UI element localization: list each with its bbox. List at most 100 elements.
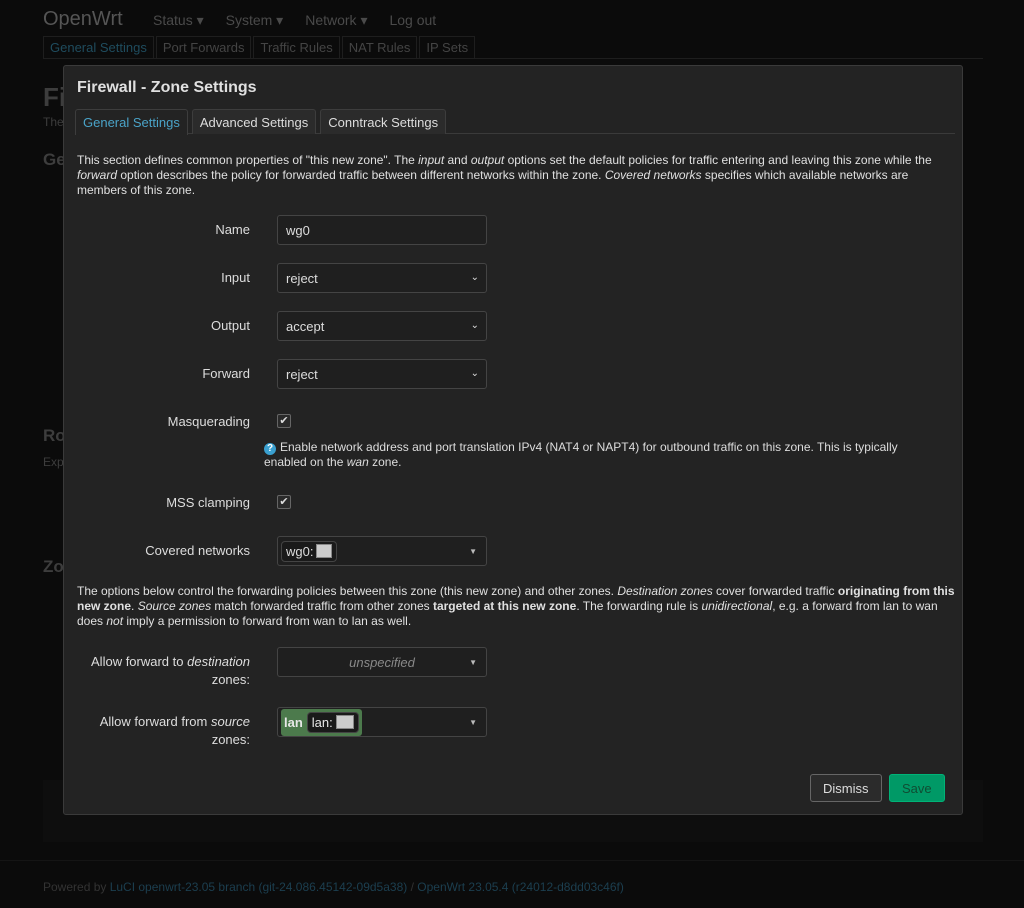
zone-settings-modal: Firewall - Zone Settings General Setting… bbox=[63, 65, 963, 815]
top-nav: Status ▾ System ▾ Network ▾ Log out bbox=[153, 12, 436, 29]
nav-system[interactable]: System ▾ bbox=[226, 12, 284, 29]
text-segment: . bbox=[131, 599, 138, 613]
text-segment: imply a permission to forward from wan t… bbox=[123, 614, 412, 628]
tab-general[interactable]: General Settings bbox=[75, 109, 188, 135]
dest-row: Allow forward to destination zones: unsp… bbox=[77, 647, 957, 687]
mss-row: MSS clamping ✔ bbox=[77, 488, 957, 518]
caret-down-icon: ▼ bbox=[469, 658, 477, 667]
page-description: The bbox=[43, 115, 64, 129]
text-segment: Covered networks bbox=[604, 168, 702, 182]
masquerading-label: Masquerading bbox=[167, 414, 250, 429]
footer: Powered by LuCI openwrt-23.05 branch (gi… bbox=[43, 880, 624, 894]
network-name: lan: bbox=[311, 714, 333, 730]
text-segment: wan bbox=[346, 455, 369, 469]
forward-policy-select[interactable]: reject ⌄ bbox=[277, 359, 487, 389]
forward-value: reject bbox=[286, 366, 318, 382]
dismiss-button[interactable]: Dismiss bbox=[810, 774, 882, 802]
name-input[interactable]: wg0 bbox=[277, 215, 487, 245]
footer-prefix: Powered by bbox=[43, 880, 110, 894]
output-value: accept bbox=[286, 318, 325, 334]
text-segment: . The forwarding rule is bbox=[576, 599, 702, 613]
dest-label: Allow forward to destination zones: bbox=[91, 654, 250, 687]
modal-title: Firewall - Zone Settings bbox=[77, 79, 257, 96]
network-interface-icon bbox=[316, 544, 333, 558]
chevron-down-icon: ⌄ bbox=[470, 368, 479, 379]
name-row: Name wg0 bbox=[77, 215, 957, 245]
text-segment: Destination zones bbox=[617, 584, 713, 598]
forwarding-description: The options below control the forwarding… bbox=[77, 584, 957, 629]
text-segment: input bbox=[418, 153, 445, 167]
chevron-down-icon: ⌄ bbox=[470, 320, 479, 331]
output-row: Output accept ⌄ bbox=[77, 311, 957, 341]
text-segment: options set the default policies for tra… bbox=[504, 153, 932, 167]
covered-networks-dropdown[interactable]: wg0: ▼ bbox=[277, 536, 487, 566]
openwrt-link[interactable]: OpenWrt 23.05.4 (r24012-d8dd03c46f) bbox=[417, 880, 624, 894]
text-segment: option describes the policy for forwarde… bbox=[117, 168, 605, 182]
output-label: Output bbox=[210, 318, 250, 333]
covered-row: Covered networks wg0: ▼ bbox=[77, 536, 957, 566]
text-segment: match forwarded traffic from other zones bbox=[211, 599, 433, 613]
input-row: Input reject ⌄ bbox=[77, 263, 957, 293]
help-icon: ? bbox=[264, 443, 276, 455]
brand-logo[interactable]: OpenWrt bbox=[43, 8, 123, 31]
mss-clamping-checkbox[interactable]: ✔ bbox=[277, 495, 291, 509]
input-value: reject bbox=[286, 270, 318, 286]
input-policy-select[interactable]: reject ⌄ bbox=[277, 263, 487, 293]
nav-status[interactable]: Status ▾ bbox=[153, 12, 204, 29]
tab-port-forwards[interactable]: Port Forwards bbox=[155, 36, 252, 58]
src-label: Allow forward from source zones: bbox=[99, 714, 250, 747]
nav-network[interactable]: Network ▾ bbox=[305, 12, 367, 29]
input-label: Input bbox=[221, 270, 250, 285]
section-description: This section defines common properties o… bbox=[77, 153, 957, 198]
masquerading-help: ? Enable network address and port transla… bbox=[264, 440, 924, 470]
chevron-down-icon: ⌄ bbox=[470, 272, 479, 283]
nav-logout[interactable]: Log out bbox=[389, 12, 436, 29]
text-segment: and bbox=[444, 153, 471, 167]
covered-label: Covered networks bbox=[145, 543, 250, 558]
dest-placeholder: unspecified bbox=[349, 654, 415, 670]
text-segment: not bbox=[106, 614, 124, 628]
name-value: wg0 bbox=[286, 222, 310, 238]
text-segment: Source zones bbox=[137, 599, 212, 613]
network-chip: lan: bbox=[306, 711, 359, 733]
tab-general-settings[interactable]: General Settings bbox=[43, 36, 154, 58]
caret-down-icon: ▼ bbox=[469, 547, 477, 556]
output-policy-select[interactable]: accept ⌄ bbox=[277, 311, 487, 341]
text-segment: cover forwarded traffic bbox=[712, 584, 838, 598]
tab-traffic-rules[interactable]: Traffic Rules bbox=[253, 36, 340, 58]
text-segment: output bbox=[470, 153, 505, 167]
firewall-tabs: General Settings Port Forwards Traffic R… bbox=[43, 36, 983, 59]
masquerading-row: Masquerading ✔ bbox=[77, 407, 957, 437]
tab-advanced[interactable]: Advanced Settings bbox=[191, 109, 317, 134]
tab-nat-rules[interactable]: NAT Rules bbox=[341, 36, 418, 58]
section-heading-zones: Zo bbox=[43, 557, 64, 576]
luci-link[interactable]: LuCI openwrt-23.05 branch (git-24.086.45… bbox=[110, 880, 408, 894]
masquerading-checkbox[interactable]: ✔ bbox=[277, 414, 291, 428]
network-name: wg0: bbox=[286, 543, 314, 559]
caret-down-icon: ▼ bbox=[469, 718, 477, 727]
tab-ip-sets[interactable]: IP Sets bbox=[419, 36, 476, 58]
text-segment: The options below control the forwarding… bbox=[77, 584, 618, 598]
text-segment: targeted at this new zone bbox=[432, 599, 577, 613]
footer-divider bbox=[0, 860, 1024, 861]
footer-sep: / bbox=[407, 880, 418, 894]
text-segment: unidirectional bbox=[701, 599, 773, 613]
forward-label: Forward bbox=[202, 366, 250, 381]
zone-name: lan bbox=[284, 714, 303, 730]
text-segment: forward bbox=[77, 168, 118, 182]
section-description: Exp bbox=[43, 455, 64, 469]
ethernet-port-icon bbox=[335, 715, 354, 729]
src-zones-dropdown[interactable]: lan lan: ▼ bbox=[277, 707, 487, 737]
zone-badge-lan[interactable]: lan lan: bbox=[281, 708, 362, 736]
text-segment: zone. bbox=[368, 455, 402, 469]
text-segment: This section defines common properties o… bbox=[77, 153, 419, 167]
name-label: Name bbox=[215, 222, 250, 237]
network-chip[interactable]: wg0: bbox=[281, 540, 338, 562]
dest-zones-dropdown[interactable]: unspecified ▼ bbox=[277, 647, 487, 677]
modal-tabs: General Settings Advanced Settings Connt… bbox=[75, 109, 955, 135]
src-row: Allow forward from source zones: lan lan:… bbox=[77, 707, 957, 747]
forward-row: Forward reject ⌄ bbox=[77, 359, 957, 389]
mss-label: MSS clamping bbox=[166, 495, 250, 510]
tab-conntrack[interactable]: Conntrack Settings bbox=[320, 109, 447, 134]
save-button[interactable]: Save bbox=[889, 774, 945, 802]
